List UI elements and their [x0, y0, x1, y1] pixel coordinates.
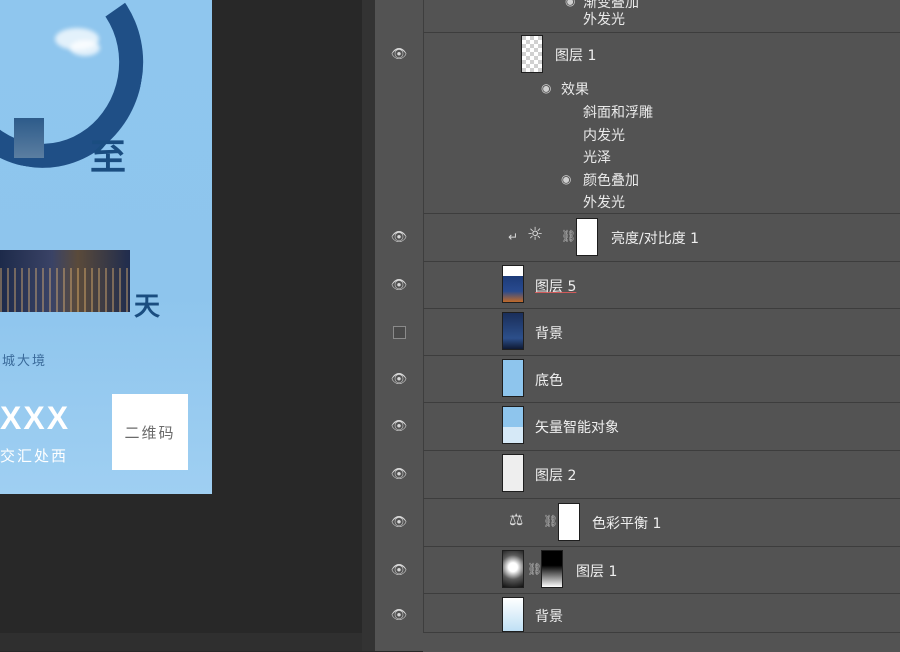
layer-row[interactable]: 👁 ⛓ 图层 1	[391, 547, 900, 594]
link-icon[interactable]: ⛓	[527, 562, 542, 576]
document-canvas-area[interactable]: 至 天 城大境 XXX 交汇处西 二维码	[0, 0, 375, 651]
effect-eye-icon[interactable]: ◉	[561, 172, 571, 186]
layer-name[interactable]: 底色	[535, 370, 563, 390]
smart-object-thumbnail	[502, 406, 524, 444]
effect-item[interactable]: 外发光	[583, 192, 625, 212]
layer-name[interactable]: 图层 2	[535, 465, 576, 485]
effect-item[interactable]: 颜色叠加	[583, 170, 639, 190]
layer-effects-partial: ◉ 渐变叠加 外发光	[423, 0, 900, 33]
layer-thumbnail	[502, 359, 524, 397]
effect-item[interactable]: 斜面和浮雕	[583, 102, 653, 122]
poster-subtitle: 城大境	[2, 354, 48, 369]
layers-panel: ◉ 渐变叠加 外发光 👁 图层 1 ◉ 效果 斜面和浮雕 内发光 光泽 ◉ 颜色…	[375, 0, 900, 652]
layer-row[interactable]: 👁 矢量智能对象	[391, 403, 900, 451]
effect-item[interactable]: 内发光	[583, 125, 625, 145]
layer-row[interactable]: 👁 ↵ ☼ ⛓ 亮度/对比度 1	[391, 214, 900, 262]
eye-icon[interactable]: 👁	[375, 513, 423, 531]
effect-eye-icon[interactable]: ◉	[565, 0, 575, 8]
layer-name[interactable]: 图层 1	[555, 45, 596, 65]
effect-item[interactable]: 外发光	[583, 9, 625, 29]
cloud-shape	[70, 40, 100, 56]
eye-icon[interactable]: 👁	[375, 465, 423, 483]
layer-row[interactable]: 👁 ⚖ ⛓ 色彩平衡 1	[391, 499, 900, 547]
effects-label[interactable]: 效果	[561, 79, 589, 99]
city-photo-strip	[0, 250, 130, 312]
brightness-contrast-icon: ☼	[527, 224, 544, 245]
layer-name[interactable]: 矢量智能对象	[535, 417, 619, 437]
layer-row[interactable]: 👁 图层 5	[391, 262, 900, 309]
link-icon[interactable]: ⛓	[543, 514, 558, 528]
eye-icon[interactable]: 👁	[375, 561, 423, 579]
poster-brand: XXX	[0, 400, 71, 436]
poster-title-char-2: 天	[134, 292, 161, 322]
qr-code-placeholder: 二维码	[112, 394, 188, 470]
layer-thumbnail	[521, 35, 543, 73]
effects-eye-icon[interactable]: ◉	[541, 81, 551, 95]
eye-icon[interactable]: 👁	[375, 45, 423, 63]
canvas-scrollbar[interactable]	[362, 0, 375, 651]
layer-row[interactable]: 👁 图层 2	[391, 451, 900, 499]
layer-name[interactable]: 色彩平衡 1	[592, 513, 661, 533]
eye-icon[interactable]: 👁	[375, 370, 423, 388]
clipping-arrow-icon: ↵	[508, 230, 519, 244]
layer-name[interactable]: 背景	[535, 606, 563, 626]
layer-row[interactable]: 👁 图层 1 ◉ 效果 斜面和浮雕 内发光 光泽 ◉ 颜色叠加 外发光	[391, 33, 900, 214]
eye-icon[interactable]: 👁	[375, 606, 423, 624]
layer-thumbnail	[502, 265, 524, 303]
link-icon[interactable]: ⛓	[561, 229, 576, 243]
layer-row[interactable]: 背景	[392, 309, 900, 356]
layer-mask-thumbnail[interactable]	[558, 503, 580, 541]
effect-item[interactable]: 光泽	[583, 147, 611, 167]
layer-name[interactable]: 亮度/对比度 1	[611, 228, 699, 248]
layer-thumbnail	[502, 550, 524, 588]
pasteboard-edge	[0, 633, 362, 651]
layer-name[interactable]: 图层 1	[576, 561, 617, 581]
city-photo-small	[14, 118, 44, 158]
layer-thumbnail	[502, 597, 524, 632]
layers-panel-footer	[423, 632, 900, 652]
layer-mask-thumbnail[interactable]	[541, 550, 563, 588]
layer-row[interactable]: 👁 底色	[391, 356, 900, 403]
visibility-toggle-off[interactable]	[375, 323, 423, 341]
layer-name[interactable]: 背景	[535, 323, 563, 343]
eye-icon[interactable]: 👁	[375, 276, 423, 294]
poster-document[interactable]: 至 天 城大境 XXX 交汇处西 二维码	[0, 0, 212, 494]
poster-title-char-1: 至	[90, 136, 127, 178]
poster-address: 交汇处西	[0, 447, 69, 465]
layer-mask-thumbnail[interactable]	[576, 218, 598, 256]
layer-name[interactable]: 图层 5	[535, 276, 576, 296]
eye-icon[interactable]: 👁	[375, 417, 423, 435]
layer-thumbnail	[502, 312, 524, 350]
eye-icon[interactable]: 👁	[375, 228, 423, 246]
layer-thumbnail	[502, 454, 524, 492]
layer-row[interactable]: 👁 背景	[391, 594, 900, 632]
color-balance-icon: ⚖	[509, 510, 524, 529]
